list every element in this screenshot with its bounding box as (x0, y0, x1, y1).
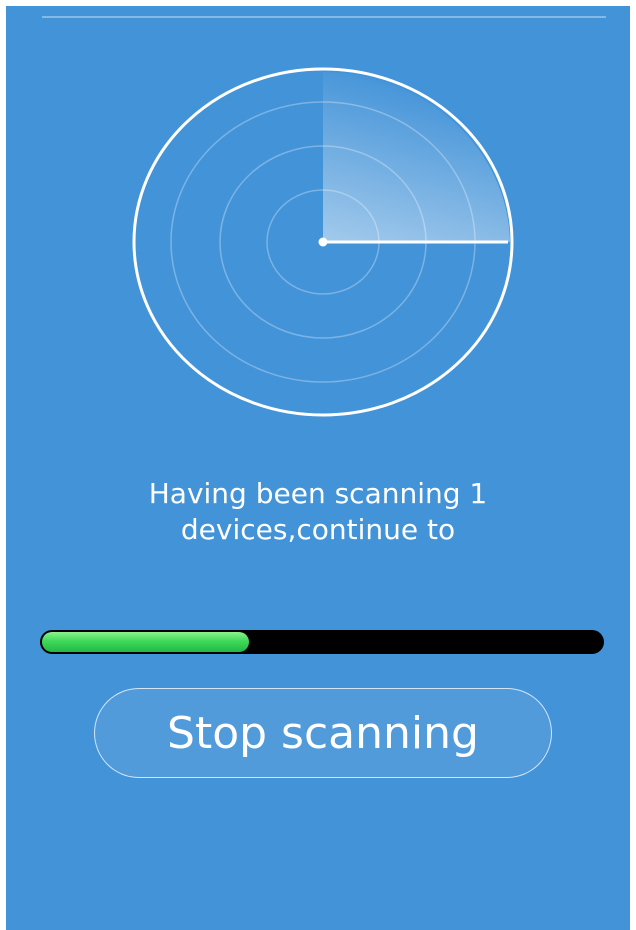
stop-scanning-button[interactable]: Stop scanning (94, 688, 552, 778)
radar-center-dot (318, 237, 328, 247)
scan-progress-fill (42, 632, 249, 652)
top-divider (42, 16, 606, 18)
scan-progress-bar (40, 630, 604, 654)
scan-status-text: Having been scanning 1 devices,continue … (148, 477, 488, 546)
radar-sweep (323, 72, 510, 242)
scan-screen: Having been scanning 1 devices,continue … (6, 6, 630, 930)
radar-sweep-icon (132, 67, 514, 417)
